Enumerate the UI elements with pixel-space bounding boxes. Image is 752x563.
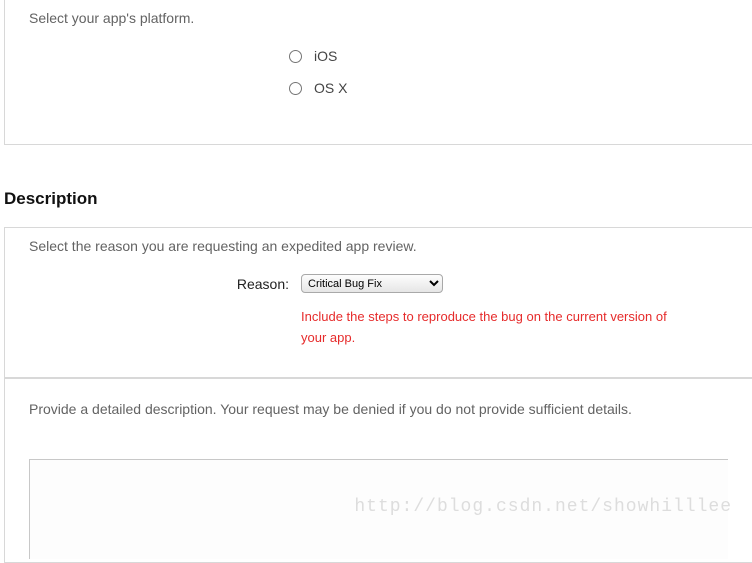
radio-ios[interactable] [289, 50, 302, 63]
radio-label-ios: iOS [314, 48, 337, 64]
reason-label: Reason: [229, 274, 289, 292]
details-prompt: Provide a detailed description. Your req… [29, 401, 728, 417]
reason-prompt: Select the reason you are requesting an … [29, 238, 728, 254]
reason-select[interactable]: Critical Bug Fix [301, 274, 443, 293]
reason-right-col: Critical Bug Fix Include the steps to re… [301, 274, 671, 349]
reason-panel: Select the reason you are requesting an … [4, 227, 752, 378]
radio-label-osx: OS X [314, 80, 347, 96]
platform-option-osx[interactable]: OS X [289, 80, 728, 96]
reason-row: Reason: Critical Bug Fix Include the ste… [229, 274, 728, 349]
description-heading: Description [4, 189, 752, 209]
platform-panel: Select your app's platform. iOS OS X [4, 0, 752, 145]
details-textarea[interactable] [29, 459, 728, 559]
platform-radio-group: iOS OS X [289, 48, 728, 96]
platform-option-ios[interactable]: iOS [289, 48, 728, 64]
radio-osx[interactable] [289, 82, 302, 95]
reason-hint: Include the steps to reproduce the bug o… [301, 307, 671, 349]
platform-prompt: Select your app's platform. [29, 10, 728, 26]
details-panel: Provide a detailed description. Your req… [4, 378, 752, 563]
